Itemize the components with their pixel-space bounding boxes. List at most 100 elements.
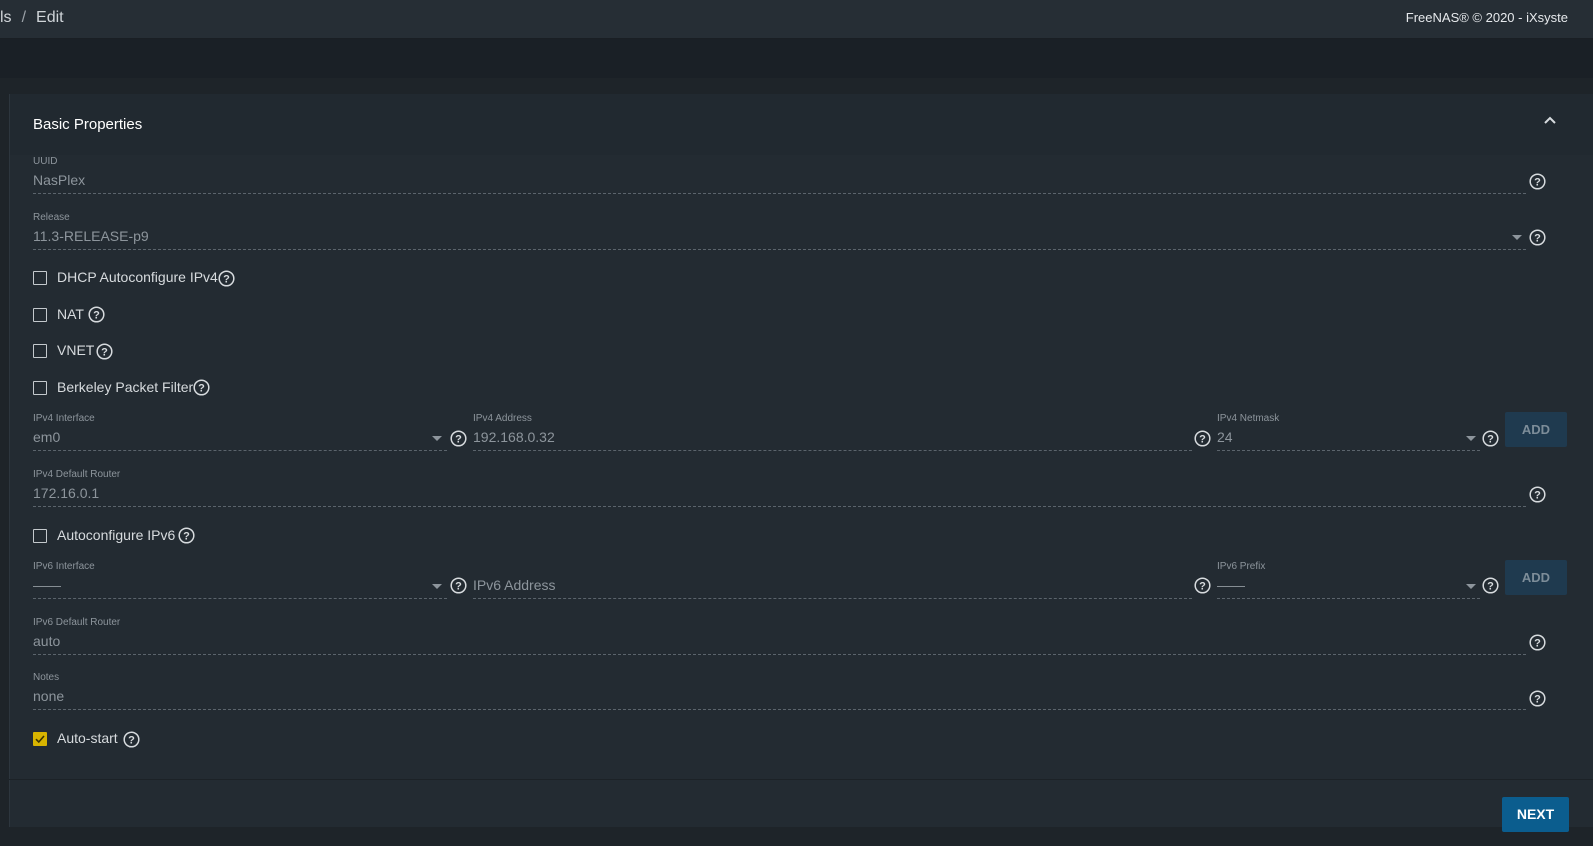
notes-label: Notes xyxy=(33,672,60,683)
svg-text:?: ? xyxy=(93,310,100,322)
help-icon[interactable]: ? xyxy=(1529,486,1546,503)
svg-text:?: ? xyxy=(455,434,462,446)
ipv4-default-router-field[interactable]: IPv4 Default Router 172.16.0.1 xyxy=(33,469,1526,507)
help-icon[interactable]: ? xyxy=(1529,634,1546,651)
caret-down-icon xyxy=(1512,235,1522,240)
svg-text:?: ? xyxy=(101,347,108,359)
release-label: Release xyxy=(33,212,70,223)
help-icon[interactable]: ? xyxy=(1482,430,1499,447)
ipv6-add-button[interactable]: ADD xyxy=(1505,560,1567,595)
checkbox-box[interactable] xyxy=(33,529,47,543)
help-icon[interactable]: ? xyxy=(96,343,113,360)
top-bar: ls / Edit FreeNAS® © 2020 - iXsyste xyxy=(0,0,1593,39)
ipv4-address-field[interactable]: IPv4 Address 192.168.0.32 xyxy=(473,413,1192,451)
breadcrumb: ls / Edit xyxy=(0,9,64,27)
checkbox-box[interactable] xyxy=(33,308,47,322)
uuid-label: UUID xyxy=(33,156,58,167)
section-title: Basic Properties xyxy=(33,116,143,133)
help-icon[interactable]: ? xyxy=(218,270,235,287)
help-icon[interactable]: ? xyxy=(1194,577,1211,594)
ipv4-default-router-value: 172.16.0.1 xyxy=(33,485,100,501)
help-icon[interactable]: ? xyxy=(1482,577,1499,594)
field-underline xyxy=(33,506,1526,507)
help-icon[interactable]: ? xyxy=(1529,173,1546,190)
svg-text:?: ? xyxy=(1487,581,1494,593)
field-underline xyxy=(33,450,447,451)
field-underline xyxy=(473,450,1192,451)
uuid-field[interactable]: UUID NasPlex xyxy=(33,156,1526,194)
ipv6-address-field[interactable]: IPv6 Address xyxy=(473,561,1192,599)
help-icon[interactable]: ? xyxy=(193,379,210,396)
copyright-text: FreeNAS® © 2020 - iXsyste xyxy=(1405,10,1568,25)
help-icon[interactable]: ? xyxy=(1194,430,1211,447)
checkbox-box[interactable] xyxy=(33,271,47,285)
svg-text:?: ? xyxy=(1534,694,1541,706)
check-icon xyxy=(35,735,45,744)
svg-text:?: ? xyxy=(128,735,135,747)
ipv4-interface-select[interactable]: IPv4 Interface em0 xyxy=(33,413,447,451)
svg-text:?: ? xyxy=(455,581,462,593)
caret-down-icon xyxy=(432,584,442,589)
svg-text:?: ? xyxy=(1487,434,1494,446)
ipv6-interface-value: —— xyxy=(33,577,61,593)
help-icon[interactable]: ? xyxy=(88,306,105,323)
ipv6-address-placeholder: IPv6 Address xyxy=(473,577,556,593)
help-icon[interactable]: ? xyxy=(178,527,195,544)
auto-start-label: Auto-start xyxy=(57,730,118,746)
field-underline xyxy=(473,598,1192,599)
ipv6-default-router-label: IPv6 Default Router xyxy=(33,617,121,628)
dhcp-autoconfigure-label: DHCP Autoconfigure IPv4 xyxy=(57,269,218,285)
caret-down-icon xyxy=(432,436,442,441)
breadcrumb-item-parent[interactable]: ls xyxy=(0,9,12,26)
notes-field[interactable]: Notes none xyxy=(33,672,1526,710)
breadcrumb-item-current: Edit xyxy=(36,9,64,26)
caret-down-icon xyxy=(1466,436,1476,441)
svg-text:?: ? xyxy=(198,383,205,395)
ipv6-default-router-field[interactable]: IPv6 Default Router auto xyxy=(33,617,1526,655)
bottom-strip xyxy=(0,827,1593,846)
page-toolbar-band xyxy=(0,39,1593,78)
svg-text:?: ? xyxy=(223,274,230,286)
checkbox-box-checked[interactable] xyxy=(33,732,47,746)
breadcrumb-separator: / xyxy=(21,9,27,26)
autoconfigure-ipv6-label: Autoconfigure IPv6 xyxy=(57,527,176,543)
uuid-value: NasPlex xyxy=(33,172,86,188)
ipv6-prefix-select[interactable]: IPv6 Prefix —— xyxy=(1217,561,1480,599)
release-select[interactable]: Release 11.3-RELEASE-p9 xyxy=(33,212,1526,250)
ipv4-interface-label: IPv4 Interface xyxy=(33,413,95,424)
vnet-label: VNET xyxy=(57,342,95,358)
svg-text:?: ? xyxy=(1534,233,1541,245)
svg-text:?: ? xyxy=(1534,177,1541,189)
ipv4-netmask-select[interactable]: IPv4 Netmask 24 xyxy=(1217,413,1480,451)
ipv6-prefix-label: IPv6 Prefix xyxy=(1217,561,1266,572)
field-underline xyxy=(33,193,1526,194)
chevron-up-icon[interactable] xyxy=(1541,112,1559,130)
ipv6-interface-label: IPv6 Interface xyxy=(33,561,95,572)
help-icon[interactable]: ? xyxy=(450,577,467,594)
ipv6-interface-select[interactable]: IPv6 Interface —— xyxy=(33,561,447,599)
ipv4-netmask-value: 24 xyxy=(1217,429,1233,445)
nat-label: NAT xyxy=(57,306,84,322)
help-icon[interactable]: ? xyxy=(1529,690,1546,707)
next-button[interactable]: NEXT xyxy=(1502,797,1569,832)
svg-text:?: ? xyxy=(1199,581,1206,593)
card-header[interactable]: Basic Properties xyxy=(10,94,1593,155)
field-underline xyxy=(33,654,1526,655)
help-icon[interactable]: ? xyxy=(1529,229,1546,246)
field-underline xyxy=(1217,450,1480,451)
ipv4-add-button[interactable]: ADD xyxy=(1505,412,1567,447)
help-icon[interactable]: ? xyxy=(123,731,140,748)
ipv4-netmask-label: IPv4 Netmask xyxy=(1217,413,1280,424)
field-underline xyxy=(33,249,1526,250)
help-icon[interactable]: ? xyxy=(450,430,467,447)
checkbox-box[interactable] xyxy=(33,344,47,358)
form-divider xyxy=(9,779,1593,780)
checkbox-box[interactable] xyxy=(33,381,47,395)
field-underline xyxy=(33,709,1526,710)
svg-text:?: ? xyxy=(1534,490,1541,502)
notes-value: none xyxy=(33,688,65,704)
release-value: 11.3-RELEASE-p9 xyxy=(33,228,149,244)
field-underline xyxy=(1217,598,1480,599)
svg-text:?: ? xyxy=(1199,434,1206,446)
svg-text:?: ? xyxy=(183,531,190,543)
